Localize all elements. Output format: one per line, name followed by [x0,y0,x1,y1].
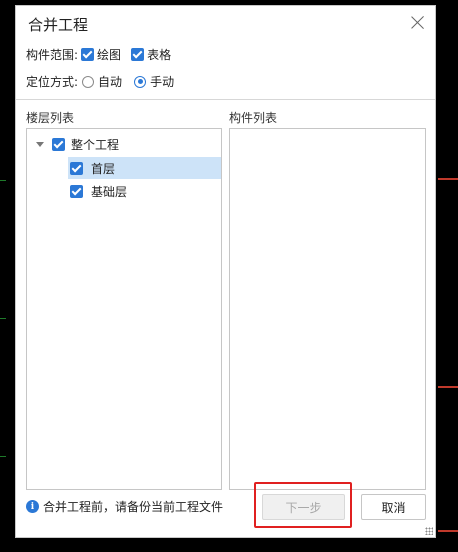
merge-project-dialog: 合并工程 构件范围: 绘图 表格 定位方式: 自动 手动 楼层列表 整个工程 首… [15,5,436,538]
scope-table-label[interactable]: 表格 [147,46,171,63]
next-button-highlight-box [254,482,352,528]
floor-list-title: 楼层列表 [26,111,75,125]
tree-item-foundation-floor-label: 基础层 [91,184,128,199]
cancel-button[interactable]: 取消 [361,494,426,520]
backup-notice-text: 合并工程前，请备份当前工程文件 [43,500,224,514]
positioning-auto-label[interactable]: 自动 [98,73,122,90]
component-list-title: 构件列表 [229,111,278,125]
positioning-manual-label[interactable]: 手动 [150,73,174,90]
root-checkbox[interactable] [52,137,65,151]
tree-item-first-floor-label: 首层 [91,161,116,176]
divider [16,99,435,100]
positioning-auto-radio[interactable] [82,75,95,88]
positioning-manual-radio[interactable] [134,75,147,88]
tree-item-root[interactable]: 整个工程 [27,133,221,155]
scope-row: 构件范围: 绘图 表格 [26,46,171,63]
component-list-panel[interactable] [229,128,426,490]
close-icon[interactable] [411,15,425,29]
positioning-row: 定位方式: 自动 手动 [26,73,174,90]
tree-item-first-floor[interactable]: 首层 [68,157,221,179]
backup-notice: i 合并工程前，请备份当前工程文件 [26,498,223,515]
tree-item-foundation-floor[interactable]: 基础层 [68,180,221,202]
info-icon: i [26,500,39,513]
tree-item-root-label: 整个工程 [71,137,120,152]
floor-list-panel[interactable]: 整个工程 首层 基础层 [26,128,222,490]
scope-table-checkbox[interactable] [131,48,145,61]
positioning-label: 定位方式: [26,75,79,89]
scope-drawing-label[interactable]: 绘图 [97,46,121,63]
scope-drawing-checkbox[interactable] [81,48,95,61]
dialog-title: 合并工程 [28,16,89,34]
resize-grip-icon[interactable] [425,527,433,535]
foundation-floor-checkbox[interactable] [70,184,83,198]
expand-caret-icon[interactable] [36,141,44,147]
first-floor-checkbox[interactable] [70,161,83,175]
scope-label: 构件范围: [26,48,79,62]
